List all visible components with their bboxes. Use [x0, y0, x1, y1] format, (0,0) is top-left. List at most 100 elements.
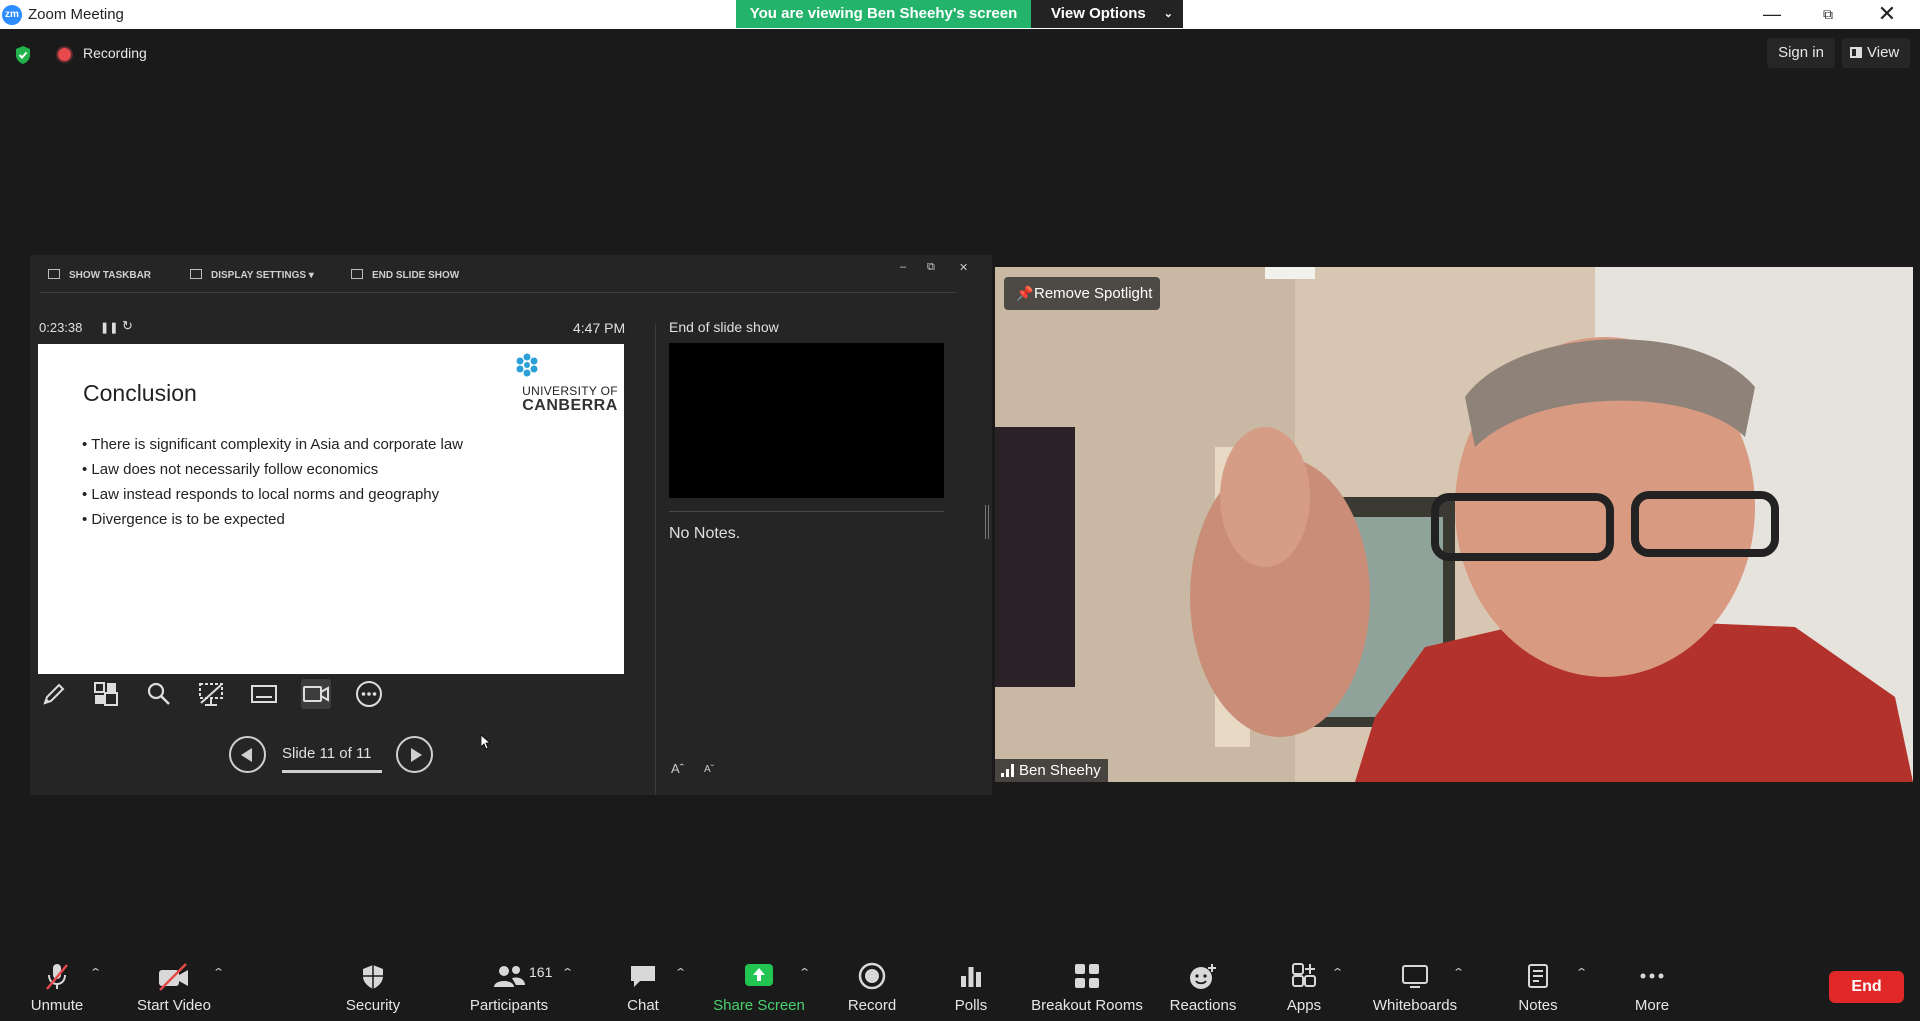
panel-splitter-handle[interactable] [985, 505, 989, 539]
recording-label: Recording [83, 45, 147, 61]
viewing-screen-banner: You are viewing Ben Sheehy's screen [736, 0, 1031, 28]
remove-spotlight-button[interactable]: 📌 Remove Spotlight [1004, 277, 1160, 310]
more-button[interactable]: More [1622, 948, 1682, 1021]
share-screen-button[interactable]: Share Screen [711, 948, 807, 1021]
see-all-slides-icon[interactable] [91, 679, 121, 709]
security-label: Security [345, 997, 401, 1014]
whiteboards-label: Whiteboards [1372, 997, 1458, 1014]
mouse-cursor-icon [481, 735, 491, 750]
participant-name-tag: Ben Sheehy [995, 759, 1108, 782]
apps-button[interactable]: Apps [1274, 948, 1334, 1021]
security-button[interactable]: Security [333, 948, 413, 1021]
next-slide-label: End of slide show [669, 319, 779, 335]
start-video-button[interactable]: Start Video [129, 948, 219, 1021]
zoom-app-icon: zm [2, 5, 22, 25]
notes-button[interactable]: Notes [1508, 948, 1568, 1021]
audio-options-caret-icon[interactable]: ⌃ [89, 966, 102, 979]
chat-button[interactable]: Chat [603, 948, 683, 1021]
next-slide-preview[interactable] [669, 343, 944, 498]
signal-strength-icon [1001, 764, 1015, 777]
end-slide-show-label: END SLIDE SHOW [372, 270, 460, 281]
presenter-restore-icon[interactable]: ⧉ [927, 261, 935, 274]
slide-counter[interactable]: Slide 11 of 11 [282, 745, 372, 762]
show-taskbar-button[interactable]: SHOW TASKBAR [48, 269, 151, 281]
remove-spotlight-label: Remove Spotlight [1034, 285, 1153, 302]
restore-icon: ⧉ [1823, 6, 1833, 22]
display-settings-label: DISPLAY SETTINGS ▾ [211, 270, 314, 281]
sign-in-button[interactable]: Sign in [1767, 38, 1835, 68]
participant-name: Ben Sheehy [1019, 762, 1101, 779]
end-slide-show-button[interactable]: END SLIDE SHOW [351, 269, 459, 281]
more-slide-options-icon[interactable] [354, 679, 384, 709]
breakout-rooms-button[interactable]: Breakout Rooms [1027, 948, 1147, 1021]
chevron-down-icon: ⌄ [1163, 8, 1173, 20]
apps-icon [1290, 962, 1318, 990]
participants-icon [492, 962, 526, 990]
participants-label: Participants [469, 997, 549, 1014]
apps-caret-icon[interactable]: ⌃ [1331, 966, 1344, 979]
minimize-button[interactable]: — [1749, 0, 1795, 28]
black-screen-icon[interactable] [196, 679, 226, 709]
pen-tool-icon[interactable] [39, 679, 69, 709]
presenter-minimize-icon[interactable]: – [900, 261, 906, 273]
whiteboards-button[interactable]: Whiteboards [1365, 948, 1465, 1021]
display-icon [190, 269, 202, 279]
close-icon: ✕ [1877, 1, 1897, 26]
reactions-button[interactable]: Reactions [1163, 948, 1243, 1021]
subtitles-icon[interactable] [249, 679, 279, 709]
notes-icon [1525, 962, 1551, 990]
arrow-left-icon [241, 748, 252, 762]
apps-label: Apps [1286, 997, 1322, 1014]
more-dots-icon [1637, 962, 1667, 990]
restore-button[interactable]: ⧉ [1805, 0, 1851, 28]
pause-timer-icon[interactable]: ❚❚ [100, 321, 118, 334]
polls-bar-chart-icon [958, 962, 984, 990]
breakout-rooms-label: Breakout Rooms [1031, 997, 1143, 1014]
notes-label: Notes [1518, 997, 1558, 1014]
close-button[interactable]: ✕ [1864, 0, 1910, 28]
presenter-close-icon[interactable]: ✕ [959, 261, 968, 274]
display-settings-button[interactable]: DISPLAY SETTINGS ▾ [190, 269, 314, 281]
restart-timer-icon[interactable]: ↻ [122, 318, 133, 334]
whiteboard-icon [1400, 962, 1430, 990]
record-button[interactable]: Record [832, 948, 912, 1021]
end-meeting-button[interactable]: End [1829, 971, 1904, 1003]
chat-label: Chat [627, 997, 659, 1014]
whiteboards-caret-icon[interactable]: ⌃ [1452, 966, 1465, 979]
participants-caret-icon[interactable]: ⌃ [561, 966, 574, 979]
share-screen-label: Share Screen [713, 997, 805, 1014]
microphone-muted-icon [44, 962, 70, 992]
pin-icon: 📌 [1016, 285, 1034, 301]
polls-label: Polls [954, 997, 988, 1014]
share-screen-icon [743, 962, 775, 988]
current-slide: Conclusion UNIVERSITY OF CANBERRA There … [38, 344, 624, 674]
video-options-caret-icon[interactable]: ⌃ [212, 966, 225, 979]
show-taskbar-label: SHOW TASKBAR [69, 270, 152, 281]
logo-text-line1: UNIVERSITY OF [522, 384, 618, 398]
view-options-button[interactable]: View Options ⌄ [1031, 0, 1183, 28]
participants-button[interactable]: 161 Participants [459, 948, 569, 1021]
record-label: Record [847, 997, 897, 1014]
slide-bullet: Law instead responds to local norms and … [82, 482, 463, 507]
unmute-button[interactable]: Unmute [18, 948, 96, 1021]
encryption-shield-icon[interactable] [14, 45, 32, 65]
polls-button[interactable]: Polls [941, 948, 1001, 1021]
decrease-font-icon[interactable]: Aˇ [704, 764, 714, 775]
increase-font-icon[interactable]: Aˆ [671, 761, 684, 776]
view-button-label: View [1867, 44, 1900, 61]
share-options-caret-icon[interactable]: ⌃ [798, 966, 811, 979]
camera-toggle-icon[interactable] [301, 679, 331, 709]
previous-slide-button[interactable] [229, 736, 266, 773]
next-slide-button[interactable] [396, 736, 433, 773]
view-button[interactable]: View [1842, 38, 1910, 68]
chat-caret-icon[interactable]: ⌃ [674, 966, 687, 979]
university-snowflake-logo-icon [514, 352, 540, 378]
notes-caret-icon[interactable]: ⌃ [1575, 966, 1588, 979]
zoom-into-slide-icon[interactable] [144, 679, 174, 709]
taskbar-icon [48, 269, 60, 279]
participant-video[interactable] [995, 267, 1913, 782]
chat-bubble-icon [628, 962, 658, 990]
record-icon [858, 962, 886, 990]
video-camera-off-icon [157, 962, 191, 992]
logo-text-line2: CANBERRA [522, 397, 618, 414]
